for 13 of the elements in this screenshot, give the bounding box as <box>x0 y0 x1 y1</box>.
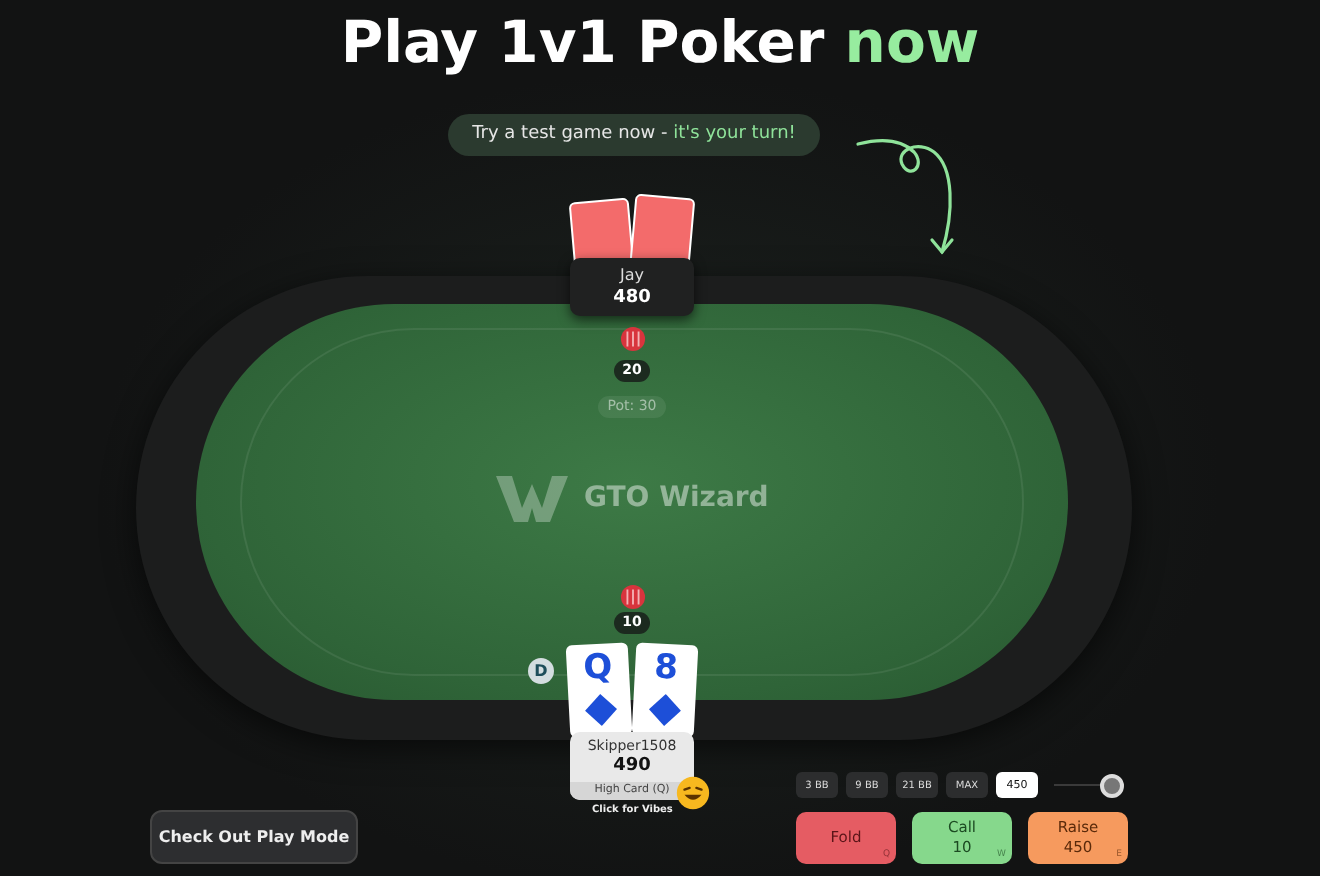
player-stack: 480 <box>613 285 651 309</box>
prompt-pill: Try a test game now - it's your turn! <box>448 114 820 156</box>
chip-icon <box>620 584 646 610</box>
chip-icon <box>620 326 646 352</box>
play-mode-button[interactable]: Check Out Play Mode <box>150 810 358 864</box>
diamond-icon <box>583 693 617 727</box>
laughing-emoji-icon[interactable] <box>676 776 710 810</box>
player-stack: 490 <box>613 756 651 778</box>
player-name: Jay <box>620 265 644 285</box>
diamond-icon <box>647 693 681 727</box>
logo-icon <box>496 472 568 524</box>
headline: Play 1v1 Poker now <box>338 6 982 80</box>
watermark-text: GTO Wizard <box>584 482 769 514</box>
